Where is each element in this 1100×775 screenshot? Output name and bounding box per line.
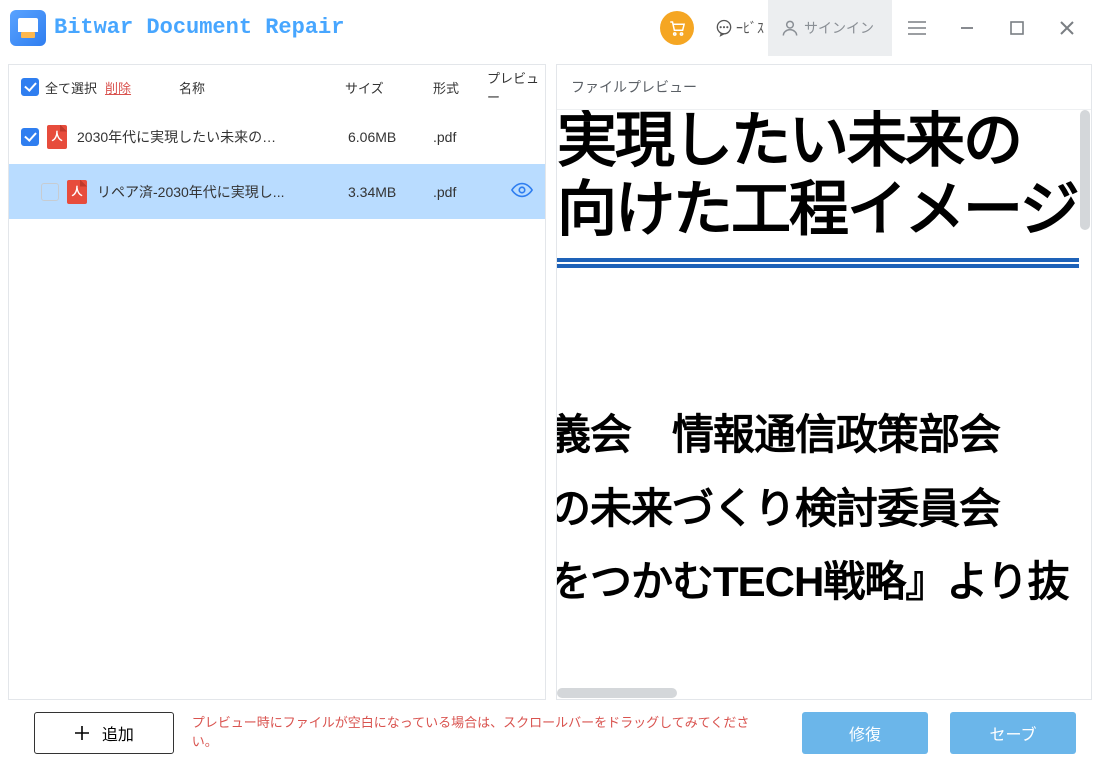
- eye-icon: [511, 182, 533, 198]
- app-title: Bitwar Document Repair: [54, 15, 344, 40]
- titlebar: Bitwar Document Repair ｰﾋﾞｽ サインイン: [0, 0, 1100, 56]
- maximize-icon: [1010, 21, 1024, 35]
- service-label: ｰﾋﾞｽ: [736, 18, 764, 38]
- file-rows: 2030年代に実現したい未来の姿...6.06MB.pdfリペア済-2030年代…: [9, 109, 545, 699]
- add-button[interactable]: 追加: [34, 712, 174, 754]
- select-all-checkbox[interactable]: [21, 78, 39, 96]
- preview-scrollbar-vertical[interactable]: [1079, 110, 1091, 687]
- minimize-icon: [959, 20, 975, 36]
- preview-panel: ファイルプレビュー 実現したい未来の 向けた工程イメージ 義会 情報通信政策部会…: [556, 64, 1092, 700]
- service-button[interactable]: ｰﾋﾞｽ: [714, 18, 764, 38]
- row-size: 3.34MB: [348, 184, 396, 200]
- row-size: 6.06MB: [348, 129, 396, 145]
- file-list-header: 全て選択 削除 名称 サイズ 形式 プレビュー: [9, 65, 545, 109]
- preview-title-1: 実現したい未来の: [557, 109, 1091, 175]
- maximize-button[interactable]: [992, 0, 1042, 56]
- col-size: サイズ: [345, 78, 384, 97]
- col-format: 形式: [433, 78, 459, 97]
- footer-hint: プレビュー時にファイルが空白になっている場合は、スクロールバーをドラッグしてみて…: [192, 714, 766, 752]
- close-button[interactable]: [1042, 0, 1092, 56]
- file-list-panel: 全て選択 削除 名称 サイズ 形式 プレビュー 2030年代に実現したい未来の姿…: [8, 64, 546, 700]
- delete-link[interactable]: 削除: [105, 78, 131, 97]
- chat-icon: [714, 18, 734, 38]
- preview-title-2: 向けた工程イメージ: [557, 175, 1091, 244]
- preview-body[interactable]: 実現したい未来の 向けた工程イメージ 義会 情報通信政策部会 の未来づくり検討委…: [557, 109, 1091, 699]
- preview-line-1: 義会 情報通信政策部会: [557, 398, 1091, 472]
- file-row[interactable]: リペア済-2030年代に実現し... 3.34MB .pdf: [9, 164, 545, 219]
- preview-line-3: をつかむTECH戦略』より抜: [557, 545, 1091, 619]
- col-name: 名称: [179, 78, 205, 97]
- preview-header: ファイルプレビュー: [557, 65, 1091, 109]
- add-label: 追加: [102, 721, 134, 745]
- signin-button[interactable]: サインイン: [768, 0, 892, 56]
- preview-line-2: の未来づくり検討委員会: [557, 472, 1091, 546]
- minimize-button[interactable]: [942, 0, 992, 56]
- row-filename: リペア済-2030年代に実現し...: [97, 182, 287, 202]
- preview-eye-button[interactable]: [511, 182, 533, 201]
- repair-button[interactable]: 修復: [802, 712, 928, 754]
- pdf-icon: [47, 125, 67, 149]
- row-format: .pdf: [433, 129, 456, 145]
- row-format: .pdf: [433, 184, 456, 200]
- preview-document: 実現したい未来の 向けた工程イメージ 義会 情報通信政策部会 の未来づくり検討委…: [557, 110, 1091, 619]
- signin-label: サインイン: [804, 18, 874, 38]
- row-checkbox[interactable]: [41, 183, 59, 201]
- plus-icon: [74, 725, 90, 741]
- preview-rule: [557, 258, 1091, 268]
- file-row[interactable]: 2030年代に実現したい未来の姿... 6.06MB .pdf: [9, 109, 545, 164]
- row-filename: 2030年代に実現したい未来の姿...: [77, 127, 287, 147]
- menu-button[interactable]: [892, 0, 942, 56]
- cart-button[interactable]: [660, 11, 694, 45]
- select-all-label: 全て選択: [45, 78, 97, 97]
- col-preview: プレビュー: [487, 68, 545, 106]
- pdf-icon: [67, 180, 87, 204]
- footer: 追加 プレビュー時にファイルが空白になっている場合は、スクロールバーをドラッグし…: [0, 700, 1100, 766]
- user-icon: [780, 18, 800, 38]
- preview-scrollbar-horizontal[interactable]: [557, 687, 1079, 699]
- save-button[interactable]: セーブ: [950, 712, 1076, 754]
- row-checkbox[interactable]: [21, 128, 39, 146]
- cart-icon: [668, 19, 686, 37]
- hamburger-icon: [907, 20, 927, 36]
- app-logo-icon: [10, 10, 46, 46]
- close-icon: [1059, 20, 1075, 36]
